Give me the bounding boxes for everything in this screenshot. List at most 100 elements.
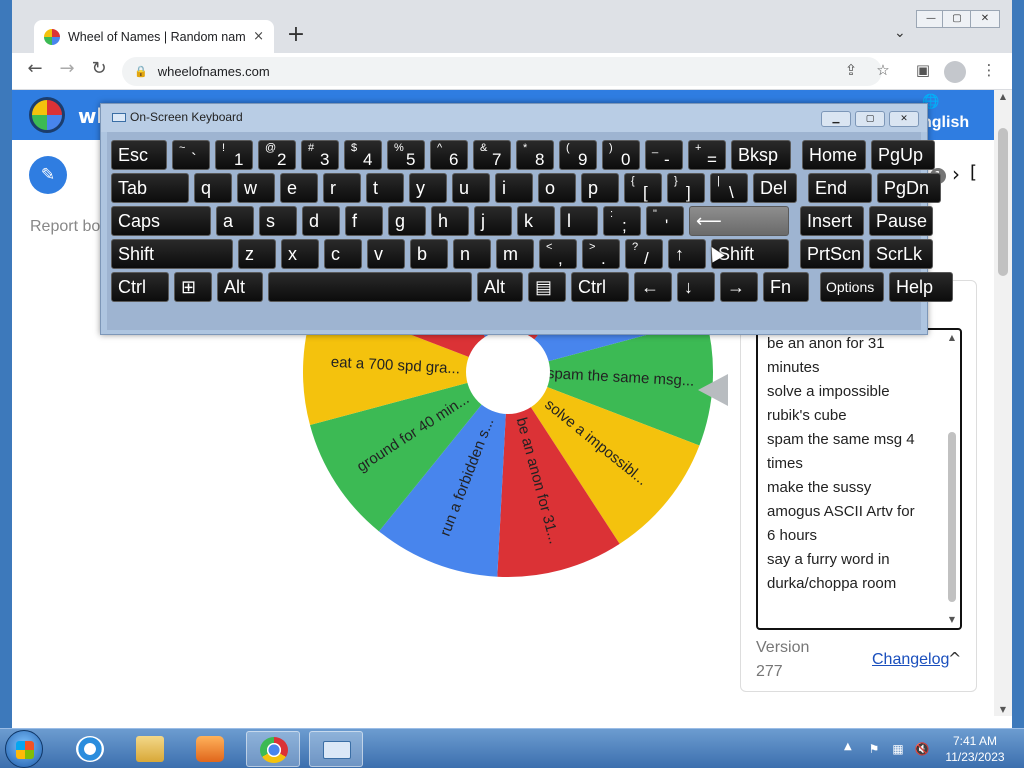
browser-tab[interactable]: Wheel of Names | Random name × xyxy=(34,20,274,53)
osk-key[interactable]: r xyxy=(323,173,361,203)
osk-titlebar[interactable]: On-Screen Keyboard ▁ ▢ ✕ xyxy=(101,104,927,132)
osk-key[interactable]: $4 xyxy=(344,140,382,170)
osk-key[interactable]: Pause xyxy=(869,206,933,236)
osk-key[interactable]: Help xyxy=(889,272,953,302)
osk-key[interactable]: Insert xyxy=(800,206,864,236)
tab-close-icon[interactable]: × xyxy=(253,29,264,44)
page-scroll-down-icon[interactable]: ▼ xyxy=(994,705,1012,714)
volume-muted-icon[interactable]: 🔇 xyxy=(914,742,930,756)
osk-key[interactable]: i xyxy=(495,173,533,203)
osk-key[interactable]: z xyxy=(238,239,276,269)
page-scroll-up-icon[interactable]: ▲ xyxy=(994,92,1012,101)
app-logo-icon[interactable] xyxy=(29,97,65,133)
osk-key[interactable]: ← xyxy=(634,272,672,302)
osk-key[interactable]: h xyxy=(431,206,469,236)
side-panel-icon[interactable]: ▣ xyxy=(912,61,934,79)
osk-key[interactable]: >. xyxy=(582,239,620,269)
reload-icon[interactable]: ↻ xyxy=(86,58,112,79)
osk-key[interactable]: Ctrl xyxy=(571,272,629,302)
osk-key[interactable]: _ - xyxy=(645,140,683,170)
osk-key[interactable]: d xyxy=(302,206,340,236)
maximize-button[interactable]: ▢ xyxy=(942,10,972,28)
osk-key[interactable]: + = xyxy=(688,140,726,170)
show-hidden-icons-icon[interactable]: ▲ xyxy=(844,741,852,752)
entries-textarea[interactable]: be an anon for 31 minutes solve a impossib… xyxy=(756,328,962,630)
entry-line[interactable]: spam the same msg 4 xyxy=(767,428,943,452)
osk-key[interactable]: {[ xyxy=(624,173,662,203)
chevron-right-icon[interactable]: › xyxy=(952,162,960,186)
osk-key[interactable]: Esc xyxy=(111,140,167,170)
osk-key[interactable]: #3 xyxy=(301,140,339,170)
osk-key[interactable]: Ctrl xyxy=(111,272,169,302)
osk-key[interactable]: ↑ xyxy=(668,239,706,269)
osk-key[interactable]: ? / xyxy=(625,239,663,269)
osk-key[interactable]: Shift xyxy=(111,239,233,269)
osk-key[interactable]: n xyxy=(453,239,491,269)
osk-key[interactable]: PrtScn xyxy=(800,239,864,269)
entry-line[interactable]: 6 hours xyxy=(767,524,943,548)
language-selector[interactable]: nglish xyxy=(922,114,969,132)
address-bar[interactable]: 🔒 wheelofnames.com xyxy=(122,57,882,86)
media-player-task[interactable] xyxy=(183,731,237,767)
osk-key[interactable]: a xyxy=(216,206,254,236)
osk-key[interactable]: :; xyxy=(603,206,641,236)
more-menu-icon[interactable]: ⋮ xyxy=(978,61,1000,79)
osk-key[interactable]: o xyxy=(538,173,576,203)
entry-line[interactable]: say a furry word in xyxy=(767,548,943,572)
osk-key[interactable]: v xyxy=(367,239,405,269)
osk-key[interactable]: ! 1 xyxy=(215,140,253,170)
entry-line[interactable]: minutes xyxy=(767,356,943,380)
osk-key[interactable]: Fn xyxy=(763,272,809,302)
tab-search-chevron-icon[interactable]: ⌄ xyxy=(894,25,906,41)
new-tab-button[interactable]: + xyxy=(282,22,310,47)
osk-key[interactable]: Caps xyxy=(111,206,211,236)
osk-key[interactable]: s xyxy=(259,206,297,236)
osk-key[interactable]: e xyxy=(280,173,318,203)
osk-key[interactable]: ⟵ xyxy=(689,206,789,236)
osk-key[interactable]: u xyxy=(452,173,490,203)
osk-key[interactable]: Tab xyxy=(111,173,189,203)
entries-scroll-thumb[interactable] xyxy=(948,432,956,602)
scroll-down-icon[interactable]: ▼ xyxy=(946,614,958,626)
edit-pencil-icon[interactable]: ✎ xyxy=(29,156,67,194)
osk-key[interactable]: ↓ xyxy=(677,272,715,302)
osk-key[interactable]: Del xyxy=(753,173,797,203)
osk-key[interactable]: Alt xyxy=(477,272,523,302)
entry-line[interactable]: make the sussy xyxy=(767,476,943,500)
network-icon[interactable]: ▦ xyxy=(890,742,906,756)
osk-key[interactable]: " ' xyxy=(646,206,684,236)
osk-key[interactable]: c xyxy=(324,239,362,269)
osk-key[interactable]: → xyxy=(720,272,758,302)
osk-key[interactable]: PgUp xyxy=(871,140,935,170)
osk-key[interactable]: ^ 6 xyxy=(430,140,468,170)
panel-toggle-icon[interactable]: [ xyxy=(970,162,977,183)
osk-key[interactable]: y xyxy=(409,173,447,203)
osk-key[interactable]: t xyxy=(366,173,404,203)
chevron-up-icon[interactable]: ^ xyxy=(948,649,961,668)
osk-key[interactable]: x xyxy=(281,239,319,269)
osk-key[interactable]: q xyxy=(194,173,232,203)
osk-key[interactable]: | \ xyxy=(710,173,748,203)
osk-key[interactable]: l xyxy=(560,206,598,236)
osk-key[interactable]: <, xyxy=(539,239,577,269)
osk-key[interactable] xyxy=(268,272,472,302)
entry-line[interactable]: be an anon for 31 xyxy=(767,332,943,356)
osk-key[interactable]: k xyxy=(517,206,555,236)
osk-key[interactable]: * 8 xyxy=(516,140,554,170)
action-center-flag-icon[interactable]: ⚑ xyxy=(866,742,882,756)
osk-maximize-button[interactable]: ▢ xyxy=(855,111,885,127)
osk-key[interactable]: m xyxy=(496,239,534,269)
start-button[interactable] xyxy=(5,730,43,768)
wheel-center-hub[interactable] xyxy=(466,330,550,414)
bookmark-star-icon[interactable]: ☆ xyxy=(872,61,894,79)
entry-line[interactable]: amogus ASCII Artv for xyxy=(767,500,943,524)
osk-key[interactable]: ▤ xyxy=(528,272,566,302)
osk-key[interactable]: b xyxy=(410,239,448,269)
osk-close-button[interactable]: ✕ xyxy=(889,111,919,127)
osk-key[interactable]: PgDn xyxy=(877,173,941,203)
report-text[interactable]: Report bo xyxy=(30,218,100,236)
chrome-task[interactable] xyxy=(246,731,300,767)
osk-key[interactable]: w xyxy=(237,173,275,203)
changelog-link[interactable]: Changelog xyxy=(872,651,949,669)
entry-line[interactable]: rubik's cube xyxy=(767,404,943,428)
